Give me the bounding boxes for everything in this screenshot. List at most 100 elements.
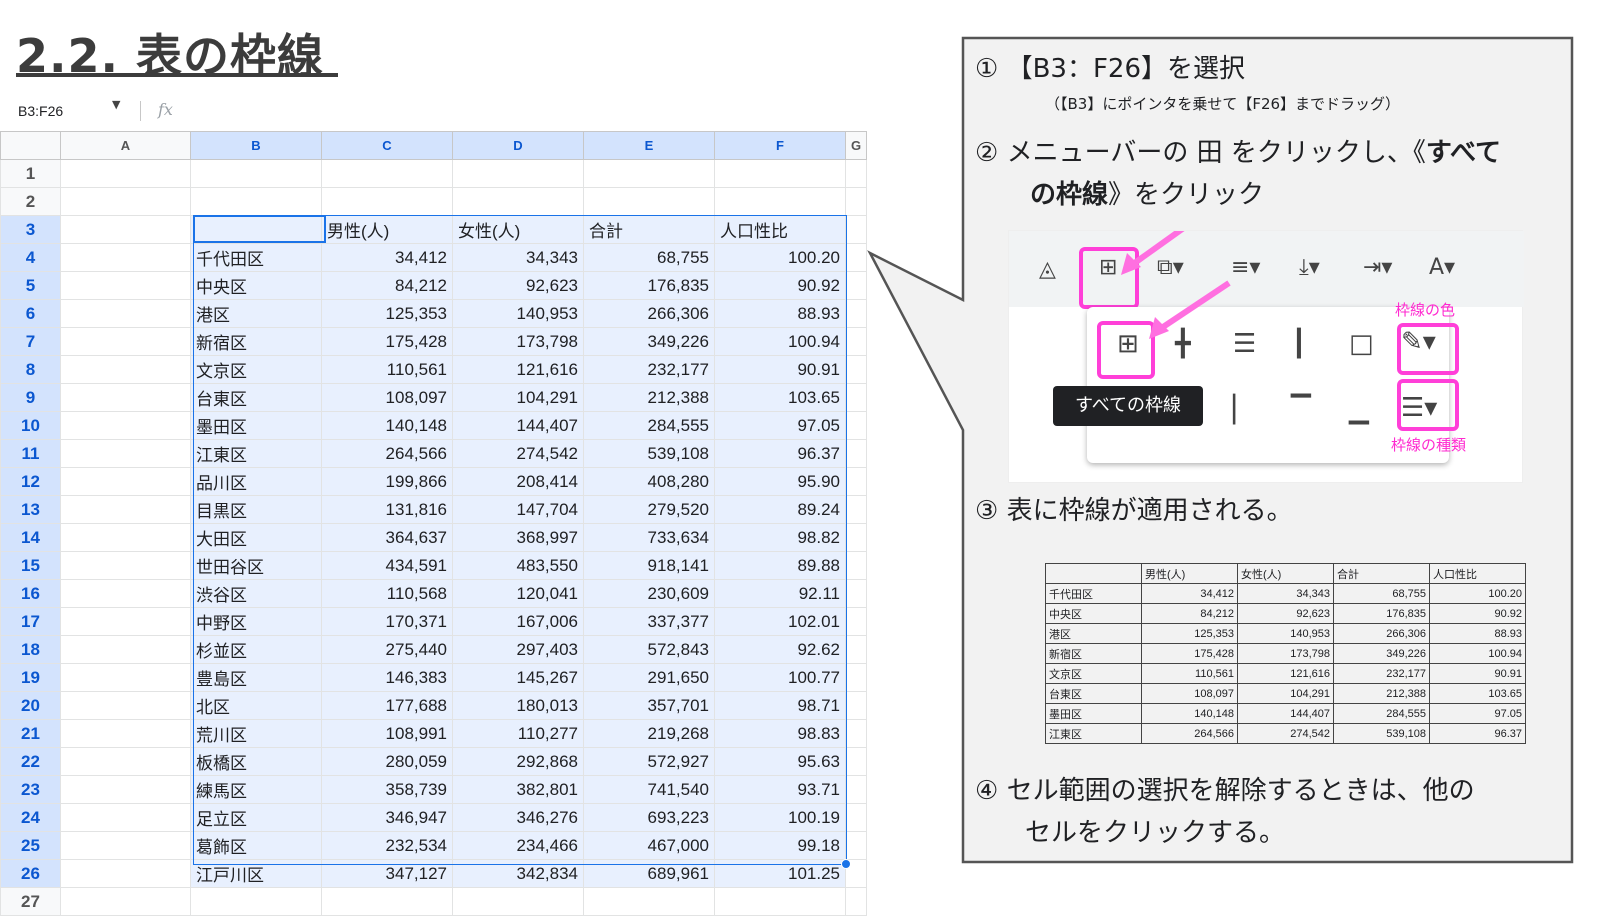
row-header[interactable]: 26 xyxy=(0,859,61,888)
row-header[interactable]: 8 xyxy=(0,355,61,384)
cell[interactable]: 98.83 xyxy=(714,719,846,748)
row-header[interactable]: 25 xyxy=(0,831,61,860)
cell[interactable] xyxy=(190,887,322,916)
cell[interactable] xyxy=(60,495,191,524)
cell[interactable]: 台東区 xyxy=(190,383,322,412)
cell[interactable] xyxy=(583,187,715,216)
row-header[interactable]: 27 xyxy=(0,887,61,916)
cell[interactable]: 280,059 xyxy=(321,747,453,776)
cell[interactable]: 170,371 xyxy=(321,607,453,636)
cell[interactable]: 382,801 xyxy=(452,775,584,804)
cell[interactable] xyxy=(844,663,868,692)
cell[interactable]: 108,991 xyxy=(321,719,453,748)
cell[interactable]: 131,816 xyxy=(321,495,453,524)
cell[interactable]: 江東区 xyxy=(190,439,322,468)
cell[interactable] xyxy=(844,579,868,608)
cell[interactable] xyxy=(844,747,868,776)
row-header[interactable]: 2 xyxy=(0,187,61,216)
cell[interactable]: 豊島区 xyxy=(190,663,322,692)
cell[interactable] xyxy=(60,747,191,776)
cell[interactable]: 266,306 xyxy=(583,299,715,328)
cell[interactable] xyxy=(321,159,453,188)
row-header[interactable]: 19 xyxy=(0,663,61,692)
cell[interactable] xyxy=(844,271,868,300)
cell[interactable] xyxy=(60,411,191,440)
cell[interactable] xyxy=(60,691,191,720)
cell[interactable]: 98.71 xyxy=(714,691,846,720)
cell[interactable] xyxy=(60,467,191,496)
cell[interactable]: 渋谷区 xyxy=(190,579,322,608)
row-header[interactable]: 4 xyxy=(0,243,61,272)
chevron-down-icon[interactable]: ▼ xyxy=(112,98,120,111)
cell[interactable]: 中野区 xyxy=(190,607,322,636)
cell[interactable] xyxy=(60,579,191,608)
cell[interactable]: 中央区 xyxy=(190,271,322,300)
cell[interactable] xyxy=(60,551,191,580)
column-header-b[interactable]: B xyxy=(190,131,322,160)
cell[interactable] xyxy=(60,215,191,244)
cell[interactable]: 文京区 xyxy=(190,355,322,384)
cell[interactable]: 177,688 xyxy=(321,691,453,720)
cell[interactable] xyxy=(844,691,868,720)
cell[interactable]: 199,866 xyxy=(321,467,453,496)
row-header[interactable]: 13 xyxy=(0,495,61,524)
row-header[interactable]: 5 xyxy=(0,271,61,300)
cell[interactable]: 733,634 xyxy=(583,523,715,552)
cell[interactable]: 572,843 xyxy=(583,635,715,664)
cell[interactable]: 目黒区 xyxy=(190,495,322,524)
cell[interactable] xyxy=(714,159,846,188)
cell[interactable] xyxy=(60,243,191,272)
cell[interactable] xyxy=(452,187,584,216)
cell[interactable] xyxy=(844,607,868,636)
cell[interactable] xyxy=(844,467,868,496)
cell[interactable]: 90.92 xyxy=(714,271,846,300)
cell[interactable]: 208,414 xyxy=(452,467,584,496)
row-header[interactable]: 6 xyxy=(0,299,61,328)
cell[interactable]: 97.05 xyxy=(714,411,846,440)
cell[interactable]: 110,568 xyxy=(321,579,453,608)
cell[interactable] xyxy=(844,803,868,832)
cell[interactable]: 新宿区 xyxy=(190,327,322,356)
cell[interactable]: 275,440 xyxy=(321,635,453,664)
cell[interactable]: 467,000 xyxy=(583,831,715,860)
cell[interactable]: 572,927 xyxy=(583,747,715,776)
cell[interactable]: 274,542 xyxy=(452,439,584,468)
cell[interactable]: 147,704 xyxy=(452,495,584,524)
cell[interactable] xyxy=(844,719,868,748)
cell[interactable]: 212,388 xyxy=(583,383,715,412)
cell[interactable] xyxy=(844,355,868,384)
column-header-c[interactable]: C xyxy=(321,131,453,160)
cell[interactable] xyxy=(844,159,868,188)
cell[interactable]: 140,148 xyxy=(321,411,453,440)
cell[interactable] xyxy=(844,327,868,356)
cell[interactable] xyxy=(844,383,868,412)
cell[interactable]: 荒川区 xyxy=(190,719,322,748)
cell[interactable]: 434,591 xyxy=(321,551,453,580)
cell[interactable] xyxy=(60,887,191,916)
row-header[interactable]: 18 xyxy=(0,635,61,664)
cell[interactable] xyxy=(60,607,191,636)
cell[interactable]: 292,868 xyxy=(452,747,584,776)
cell[interactable] xyxy=(844,831,868,860)
cell[interactable]: 110,561 xyxy=(321,355,453,384)
cell[interactable]: 358,739 xyxy=(321,775,453,804)
cell[interactable]: 杉並区 xyxy=(190,635,322,664)
cell[interactable] xyxy=(60,859,191,888)
cell[interactable]: 102.01 xyxy=(714,607,846,636)
cell[interactable]: 104,291 xyxy=(452,383,584,412)
cell[interactable] xyxy=(60,187,191,216)
row-header[interactable]: 3 xyxy=(0,215,61,244)
cell[interactable]: 92.11 xyxy=(714,579,846,608)
cell[interactable]: 232,177 xyxy=(583,355,715,384)
cell[interactable] xyxy=(60,523,191,552)
row-header[interactable]: 10 xyxy=(0,411,61,440)
cell[interactable]: 96.37 xyxy=(714,439,846,468)
cell[interactable]: 346,276 xyxy=(452,803,584,832)
cell[interactable]: 100.94 xyxy=(714,327,846,356)
cell[interactable]: 234,466 xyxy=(452,831,584,860)
cell[interactable]: 175,428 xyxy=(321,327,453,356)
cell[interactable]: 90.91 xyxy=(714,355,846,384)
cell[interactable]: 346,947 xyxy=(321,803,453,832)
cell[interactable]: 146,383 xyxy=(321,663,453,692)
cell[interactable] xyxy=(583,159,715,188)
